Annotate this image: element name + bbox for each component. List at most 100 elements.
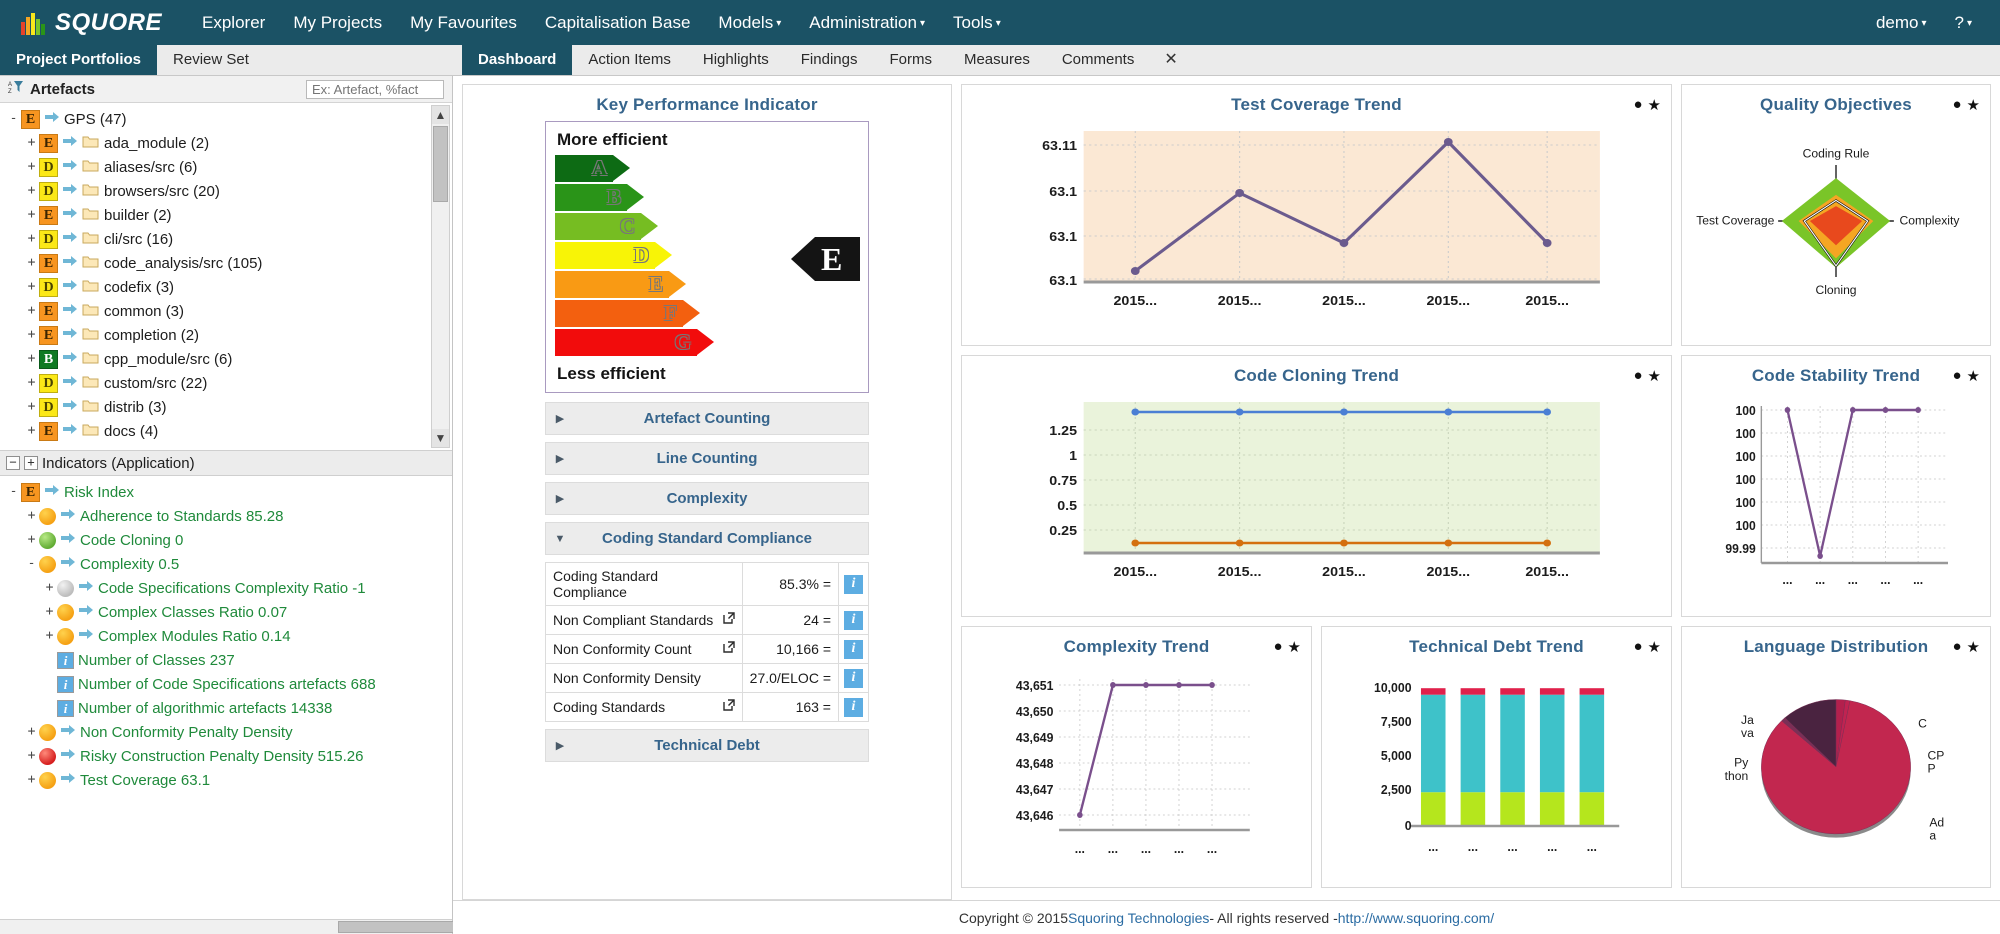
tree-expand-toggle[interactable]: + xyxy=(24,160,39,175)
star-icon[interactable]: ★ xyxy=(1648,367,1661,385)
footer-url-link[interactable]: http://www.squoring.com/ xyxy=(1338,910,1494,926)
tab-comments[interactable]: Comments xyxy=(1046,44,1151,75)
tree-expand-toggle[interactable]: + xyxy=(24,424,39,439)
left-panel-hscrollbar[interactable] xyxy=(0,919,508,934)
accordion-header-coding-standard-compliance[interactable]: ▼ Coding Standard Compliance xyxy=(545,522,869,555)
tree-expand-toggle[interactable]: - xyxy=(24,557,39,572)
footer-company-link[interactable]: Squoring Technologies xyxy=(1068,910,1209,926)
nav-item-models[interactable]: Models ▾ xyxy=(704,0,795,46)
tree-expand-toggle[interactable]: + xyxy=(24,328,39,343)
accordion-header-line-counting[interactable]: ▶ Line Counting xyxy=(545,442,869,475)
star-icon[interactable]: ★ xyxy=(1648,638,1661,656)
tree-row-aliases-src[interactable]: + Daliases/src (6) xyxy=(0,155,452,179)
nav-item-explorer[interactable]: Explorer xyxy=(188,0,279,46)
tree-expand-toggle[interactable]: + xyxy=(24,352,39,367)
indicator-row-code-specifications[interactable]: + Code Specifications Complexity Ratio -1 xyxy=(0,576,452,600)
indicator-row-complexity-05[interactable]: - Complexity 0.5 xyxy=(0,552,452,576)
tree-expand-toggle[interactable]: + xyxy=(24,509,39,524)
close-icon[interactable]: ✕ xyxy=(1150,44,1191,75)
tab-forms[interactable]: Forms xyxy=(873,44,948,75)
indicator-row-non-conformity[interactable]: + Non Conformity Penalty Density xyxy=(0,720,452,744)
tree-expand-toggle[interactable]: + xyxy=(24,208,39,223)
artefacts-filter-input[interactable] xyxy=(306,79,444,99)
indicator-row-complex-modules[interactable]: + Complex Modules Ratio 0.14 xyxy=(0,624,452,648)
indicator-row-number-of[interactable]: i Number of algorithmic artefacts 14338 xyxy=(0,696,452,720)
indicator-row-complex-classes[interactable]: + Complex Classes Ratio 0.07 xyxy=(0,600,452,624)
tab-project-portfolios[interactable]: Project Portfolios xyxy=(0,44,158,75)
info-icon[interactable]: i xyxy=(844,611,863,630)
tree-row-builder[interactable]: + Ebuilder (2) xyxy=(0,203,452,227)
external-link-icon[interactable] xyxy=(722,612,735,627)
user-menu[interactable]: demo ▾ xyxy=(1862,0,1941,46)
tab-measures[interactable]: Measures xyxy=(948,44,1046,75)
indicator-row-adherence-to[interactable]: + Adherence to Standards 85.28 xyxy=(0,504,452,528)
comment-icon[interactable]: ● xyxy=(1952,96,1961,114)
tree-expand-toggle[interactable]: - xyxy=(6,112,21,127)
tree-row-cpp_module-src[interactable]: + Bcpp_module/src (6) xyxy=(0,347,452,371)
brand-logo-group[interactable]: SQUORE xyxy=(14,9,162,37)
external-link-icon[interactable] xyxy=(722,699,735,714)
star-icon[interactable]: ★ xyxy=(1967,638,1980,656)
tree-row-code_analysis-src[interactable]: + Ecode_analysis/src (105) xyxy=(0,251,452,275)
indicator-row-code-cloning[interactable]: + Code Cloning 0 xyxy=(0,528,452,552)
nav-item-administration[interactable]: Administration ▾ xyxy=(795,0,939,46)
comment-icon[interactable]: ● xyxy=(1633,638,1642,656)
star-icon[interactable]: ★ xyxy=(1288,638,1301,656)
expand-all-button[interactable]: + xyxy=(24,456,38,470)
nav-item-capitalisation-base[interactable]: Capitalisation Base xyxy=(531,0,705,46)
nav-item-tools[interactable]: Tools ▾ xyxy=(939,0,1015,46)
tree-expand-toggle[interactable]: + xyxy=(24,749,39,764)
tree-row-completion[interactable]: + Ecompletion (2) xyxy=(0,323,452,347)
comment-icon[interactable]: ● xyxy=(1273,638,1282,656)
tree-expand-toggle[interactable]: + xyxy=(24,376,39,391)
tree-row-ada_module[interactable]: + Eada_module (2) xyxy=(0,131,452,155)
comment-icon[interactable]: ● xyxy=(1952,638,1961,656)
tree-row-docs[interactable]: + Edocs (4) xyxy=(0,419,452,443)
indicator-row-risky-construction[interactable]: + Risky Construction Penalty Density 515.… xyxy=(0,744,452,768)
tree-expand-toggle[interactable]: + xyxy=(42,629,57,644)
tab-findings[interactable]: Findings xyxy=(785,44,874,75)
artefacts-scrollbar[interactable]: ▲ ▼ xyxy=(431,105,450,448)
star-icon[interactable]: ★ xyxy=(1648,96,1661,114)
tree-row-custom-src[interactable]: + Dcustom/src (22) xyxy=(0,371,452,395)
scroll-down-icon[interactable]: ▼ xyxy=(432,429,449,447)
tree-expand-toggle[interactable]: + xyxy=(42,605,57,620)
indicator-row-number-of[interactable]: i Number of Code Specifications artefacts… xyxy=(0,672,452,696)
help-menu[interactable]: ? ▾ xyxy=(1941,0,1987,46)
tree-expand-toggle[interactable]: + xyxy=(24,136,39,151)
tree-expand-toggle[interactable]: + xyxy=(42,581,57,596)
tree-expand-toggle[interactable]: + xyxy=(24,304,39,319)
tree-expand-toggle[interactable]: + xyxy=(24,773,39,788)
tab-review-set[interactable]: Review Set xyxy=(157,44,265,75)
comment-icon[interactable]: ● xyxy=(1633,367,1642,385)
accordion-header-complexity[interactable]: ▶ Complexity xyxy=(545,482,869,515)
tree-expand-toggle[interactable]: + xyxy=(24,280,39,295)
tree-row-gps[interactable]: - E GPS (47) xyxy=(0,107,452,131)
info-icon[interactable]: i xyxy=(844,640,863,659)
tree-row-browsers-src[interactable]: + Dbrowsers/src (20) xyxy=(0,179,452,203)
accordion-header-artefact-counting[interactable]: ▶ Artefact Counting xyxy=(545,402,869,435)
scroll-up-icon[interactable]: ▲ xyxy=(432,106,449,124)
star-icon[interactable]: ★ xyxy=(1967,367,1980,385)
indicator-row-number-of[interactable]: i Number of Classes 237 xyxy=(0,648,452,672)
star-icon[interactable]: ★ xyxy=(1967,96,1980,114)
tree-row-common[interactable]: + Ecommon (3) xyxy=(0,299,452,323)
info-icon[interactable]: i xyxy=(844,698,863,717)
tree-row-cli-src[interactable]: + Dcli/src (16) xyxy=(0,227,452,251)
tree-row-codefix[interactable]: + Dcodefix (3) xyxy=(0,275,452,299)
tree-expand-toggle[interactable]: + xyxy=(24,725,39,740)
tab-action-items[interactable]: Action Items xyxy=(572,44,687,75)
comment-icon[interactable]: ● xyxy=(1952,367,1961,385)
tree-expand-toggle[interactable]: + xyxy=(24,256,39,271)
comment-icon[interactable]: ● xyxy=(1633,96,1642,114)
nav-item-my-projects[interactable]: My Projects xyxy=(279,0,396,46)
sort-filter-icon[interactable]: A Z xyxy=(8,79,24,99)
external-link-icon[interactable] xyxy=(722,641,735,656)
tree-expand-toggle[interactable]: + xyxy=(24,400,39,415)
tree-expand-toggle[interactable]: - xyxy=(6,485,21,500)
tree-expand-toggle[interactable]: + xyxy=(24,533,39,548)
indicator-row-risk-index[interactable]: - E Risk Index xyxy=(0,480,452,504)
info-icon[interactable]: i xyxy=(844,575,863,594)
nav-item-my-favourites[interactable]: My Favourites xyxy=(396,0,531,46)
tree-expand-toggle[interactable]: + xyxy=(24,184,39,199)
